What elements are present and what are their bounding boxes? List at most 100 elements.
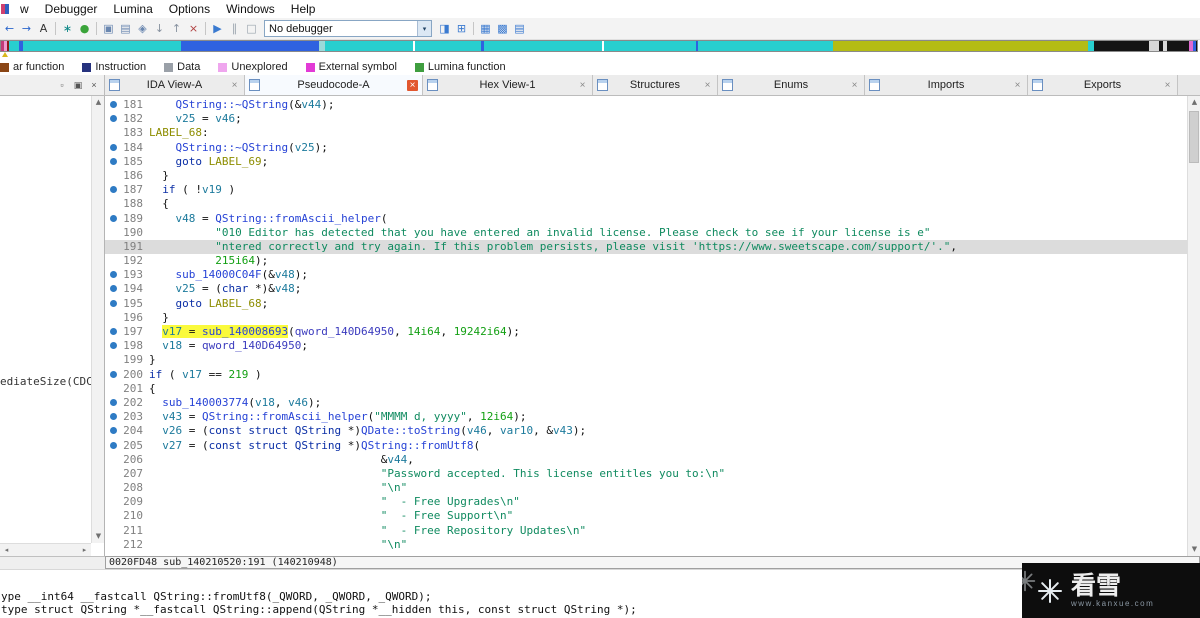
code-token: == bbox=[202, 367, 229, 381]
code-line-190[interactable]: 190 "010 Editor has detected that you ha… bbox=[105, 226, 1200, 240]
call-stack-icon[interactable]: ▤ bbox=[511, 21, 528, 37]
code-line-184[interactable]: 184 QString::~QString(v25); bbox=[105, 141, 1200, 155]
code-vscrollbar[interactable]: ▲ ▼ bbox=[1187, 96, 1200, 556]
names-icon[interactable]: ◈ bbox=[134, 21, 151, 37]
jump-back-icon[interactable]: ← bbox=[1, 21, 18, 37]
code-line-196[interactable]: 196 } bbox=[105, 311, 1200, 325]
legend-swatch bbox=[414, 62, 424, 72]
scrollbar-thumb[interactable] bbox=[1189, 111, 1199, 163]
code-line-209[interactable]: 209 " - Free Upgrades\n" bbox=[105, 495, 1200, 509]
scroll-up-icon[interactable]: ▲ bbox=[1188, 96, 1200, 109]
code-token: , bbox=[274, 395, 289, 409]
line-number: 181 bbox=[105, 98, 149, 112]
scroll-down-icon[interactable]: ▼ bbox=[1188, 543, 1200, 556]
code-line-210[interactable]: 210 " - Free Support\n" bbox=[105, 509, 1200, 523]
code-line-211[interactable]: 211 " - Free Repository Updates\n" bbox=[105, 524, 1200, 538]
jump-forward-icon[interactable]: → bbox=[18, 21, 35, 37]
code-line-182[interactable]: 182 v25 = v46; bbox=[105, 112, 1200, 126]
code-line-208[interactable]: 208 "\n" bbox=[105, 481, 1200, 495]
navigation-band[interactable] bbox=[0, 40, 1198, 52]
scroll-down-icon[interactable]: ▼ bbox=[92, 530, 104, 543]
tab-hex-view-1[interactable]: Hex View-1 × bbox=[423, 75, 593, 95]
code-token: LABEL_68 bbox=[208, 296, 262, 310]
code-token: ( bbox=[380, 211, 388, 225]
tab-imports[interactable]: Imports × bbox=[865, 75, 1028, 95]
code-line-198[interactable]: 198 v18 = qword_140D64950; bbox=[105, 339, 1200, 353]
left-panel-hscrollbar[interactable]: ◂ ▸ bbox=[0, 543, 91, 556]
code-line-194[interactable]: 194 v25 = (char *)&v48; bbox=[105, 282, 1200, 296]
menu-item-windows[interactable]: Windows bbox=[218, 1, 283, 17]
cancel-icon[interactable]: × bbox=[185, 21, 202, 37]
code-line-192[interactable]: 192 215i64); bbox=[105, 254, 1200, 268]
code-token: ); bbox=[572, 424, 587, 438]
tab-close-icon[interactable]: × bbox=[1012, 80, 1023, 91]
panel-close-icon[interactable]: × bbox=[87, 78, 101, 92]
code-line-183[interactable]: 183 LABEL_68: bbox=[105, 126, 1200, 140]
debugger-select[interactable]: No debugger ▾ bbox=[264, 20, 432, 37]
code-line-203[interactable]: 203 v43 = QString::fromAscii_helper("MMM… bbox=[105, 410, 1200, 424]
step-over-icon[interactable]: ⊞ bbox=[453, 21, 470, 37]
panel-maximize-icon[interactable]: ▣ bbox=[71, 78, 85, 92]
tab-exports[interactable]: Exports × bbox=[1028, 75, 1178, 95]
step-into-icon[interactable]: ◨ bbox=[436, 21, 453, 37]
chevron-down-icon[interactable]: ▾ bbox=[417, 21, 431, 36]
code-line-187[interactable]: 187 if ( !v19 ) bbox=[105, 183, 1200, 197]
menu-item-debugger[interactable]: Debugger bbox=[37, 1, 106, 17]
tab-ida-view-a[interactable]: IDA View-A × bbox=[105, 75, 245, 95]
scroll-up-icon[interactable]: ▲ bbox=[92, 96, 104, 109]
code-line-189[interactable]: 189 v48 = QString::fromAscii_helper( bbox=[105, 212, 1200, 226]
windows-list-icon[interactable]: ▣ bbox=[100, 21, 117, 37]
code-line-200[interactable]: 200 if ( v17 == 219 ) bbox=[105, 368, 1200, 382]
patch-icon[interactable]: ∗ bbox=[59, 21, 76, 37]
menu-item-help[interactable]: Help bbox=[283, 1, 324, 17]
code-line-181[interactable]: 181 QString::~QString(&v44); bbox=[105, 98, 1200, 112]
tab-close-icon[interactable]: × bbox=[849, 80, 860, 91]
scroll-right-icon[interactable]: ▸ bbox=[78, 544, 91, 556]
code-line-188[interactable]: 188 { bbox=[105, 197, 1200, 211]
tab-close-icon[interactable]: × bbox=[1162, 80, 1173, 91]
menu-item-lumina[interactable]: Lumina bbox=[105, 1, 160, 17]
record-icon[interactable]: ● bbox=[76, 21, 93, 37]
tab-structures[interactable]: Structures × bbox=[593, 75, 718, 95]
left-panel-vscrollbar[interactable]: ▲ ▼ bbox=[91, 96, 104, 543]
scroll-left-icon[interactable]: ◂ bbox=[0, 544, 13, 556]
code-line-204[interactable]: 204 v26 = (const struct QString *)QDate:… bbox=[105, 424, 1200, 438]
legend-swatch bbox=[82, 62, 92, 72]
left-panel-item[interactable]: ediateSize(CDC * bbox=[0, 375, 104, 388]
code-line-202[interactable]: 202 sub_140003774(v18, v46); bbox=[105, 396, 1200, 410]
segments-icon[interactable]: ▤ bbox=[117, 21, 134, 37]
pseudocode-view[interactable]: 181 QString::~QString(&v44); 182 v25 = v4… bbox=[105, 96, 1200, 556]
start-process-icon[interactable]: ▶ bbox=[209, 21, 226, 37]
code-line-212[interactable]: 212 "\n" bbox=[105, 538, 1200, 552]
trace-window-icon[interactable]: ▩ bbox=[494, 21, 511, 37]
output-window[interactable]: ype __int64 __fastcall QString::fromUtf8… bbox=[0, 569, 1200, 618]
tab-close-icon[interactable]: × bbox=[577, 80, 588, 91]
code-line-199[interactable]: 199} bbox=[105, 353, 1200, 367]
tab-close-icon[interactable]: × bbox=[702, 80, 713, 91]
code-line-186[interactable]: 186 } bbox=[105, 169, 1200, 183]
pause-process-icon[interactable]: ∥ bbox=[226, 21, 243, 37]
breakpoints-icon[interactable]: ▦ bbox=[477, 21, 494, 37]
text-view-icon[interactable]: A bbox=[35, 21, 52, 37]
code-token: ; bbox=[294, 282, 302, 296]
code-line-185[interactable]: 185 goto LABEL_69; bbox=[105, 155, 1200, 169]
jump-down-icon[interactable]: ↓ bbox=[151, 21, 168, 37]
line-number: 202 bbox=[105, 396, 149, 410]
menu-item-options[interactable]: Options bbox=[161, 1, 218, 17]
tab-pseudocode-a[interactable]: Pseudocode-A × bbox=[245, 75, 423, 95]
stop-process-icon[interactable]: □ bbox=[243, 21, 260, 37]
tab-enums[interactable]: Enums × bbox=[718, 75, 865, 95]
tab-close-icon[interactable]: × bbox=[407, 79, 418, 91]
tab-close-icon[interactable]: × bbox=[229, 80, 240, 91]
code-line-193[interactable]: 193 sub_14000C04F(&v48); bbox=[105, 268, 1200, 282]
code-line-195[interactable]: 195 goto LABEL_68; bbox=[105, 297, 1200, 311]
code-line-201[interactable]: 201 { bbox=[105, 382, 1200, 396]
jump-up-icon[interactable]: ↑ bbox=[168, 21, 185, 37]
code-line-205[interactable]: 205 v27 = (const struct QString *)QStrin… bbox=[105, 439, 1200, 453]
code-line-206[interactable]: 206 &v44, bbox=[105, 453, 1200, 467]
menu-item-w[interactable]: w bbox=[12, 1, 37, 17]
code-line-207[interactable]: 207 "Password accepted. This license ent… bbox=[105, 467, 1200, 481]
panel-restore-icon[interactable]: ▫ bbox=[55, 78, 69, 92]
code-line-191[interactable]: 191 "ntered correctly and try again. If … bbox=[105, 239, 1200, 255]
code-line-197[interactable]: 197 v17 = sub_140008693(qword_140D64950,… bbox=[105, 325, 1200, 339]
